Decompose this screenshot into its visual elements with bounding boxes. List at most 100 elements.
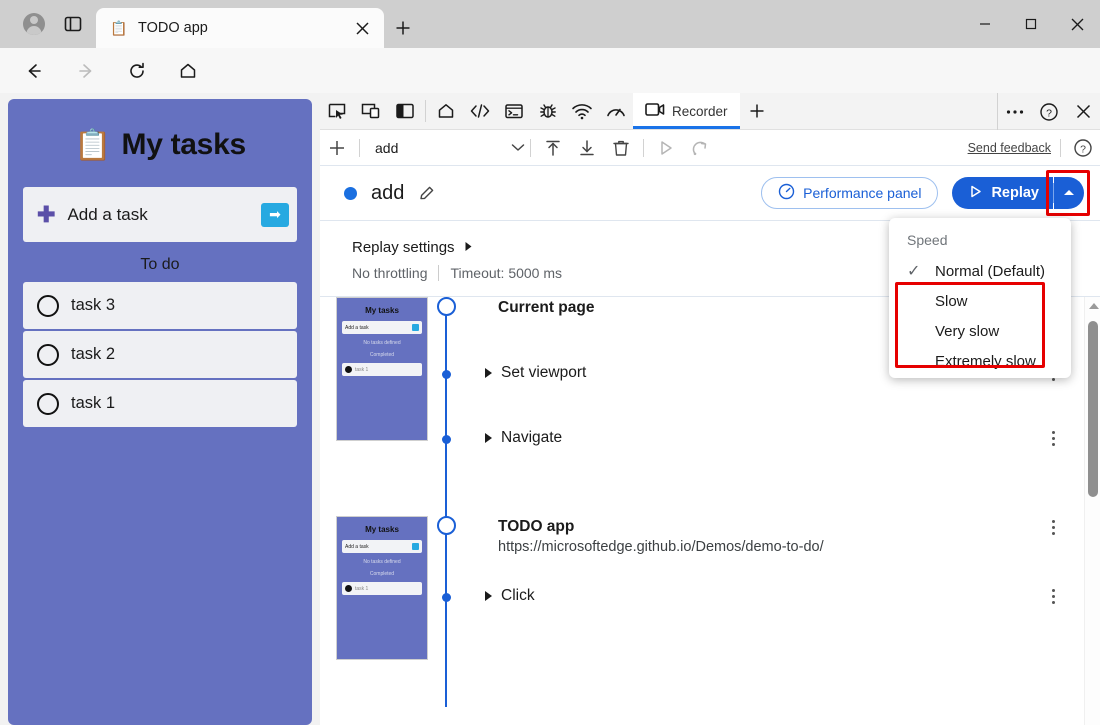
- thumbnail-task-label: task 1: [355, 586, 368, 592]
- step-menu-button[interactable]: [1044, 431, 1062, 446]
- speed-option-slow[interactable]: Slow: [889, 286, 1071, 316]
- replay-button[interactable]: Replay: [952, 177, 1053, 209]
- step-node-dot: [442, 435, 451, 444]
- browser-titlebar: 📋 TODO app: [0, 0, 1100, 48]
- pencil-icon: [418, 184, 436, 202]
- reload-button[interactable]: [121, 55, 153, 87]
- devtools-debugger-tab[interactable]: [531, 93, 565, 129]
- steps-scrollbar[interactable]: [1084, 297, 1100, 725]
- toolbar-divider: [359, 139, 360, 157]
- task-checkbox-icon[interactable]: [37, 344, 59, 366]
- task-list-item[interactable]: task 3: [23, 282, 297, 329]
- account-avatar-icon: [23, 13, 45, 35]
- scroll-up-icon[interactable]: [1089, 303, 1099, 309]
- devtools-elements-tab[interactable]: [463, 93, 497, 129]
- tab-search-button[interactable]: [56, 11, 90, 37]
- device-emulation-button[interactable]: [354, 93, 388, 129]
- delete-recording-button[interactable]: [604, 133, 638, 163]
- thumbnail-completed-task: task 1: [342, 582, 422, 595]
- forward-button[interactable]: [70, 55, 102, 87]
- speed-option-normal[interactable]: ✓ Normal (Default): [889, 256, 1071, 286]
- debugger-bug-icon: [538, 101, 558, 121]
- devtools-network-tab[interactable]: [565, 93, 599, 129]
- close-icon: [1071, 18, 1084, 31]
- devtools-add-tab-button[interactable]: [740, 93, 774, 129]
- home-button[interactable]: [172, 55, 204, 87]
- scrollbar-thumb[interactable]: [1088, 321, 1098, 497]
- dock-side-button[interactable]: [388, 93, 422, 129]
- todo-app: 📋 My tasks ✚ Add a task ➡ To do task 3 t…: [8, 99, 312, 725]
- dock-side-icon: [395, 101, 415, 121]
- replay-recording-button[interactable]: [683, 133, 717, 163]
- step-menu-button[interactable]: [1044, 520, 1062, 535]
- thumbnail-submit-icon: [412, 543, 419, 550]
- speed-option-extremely-slow[interactable]: Extremely slow: [889, 346, 1071, 376]
- edit-recording-name-button[interactable]: [416, 182, 438, 204]
- thumbnail-completed-label: Completed: [342, 571, 422, 577]
- throttling-value: No throttling: [352, 265, 427, 281]
- step-row-click[interactable]: Click: [485, 587, 535, 605]
- replay-button-group: Replay: [952, 177, 1084, 209]
- thumbnail-empty-text: No tasks defined: [342, 559, 422, 565]
- triangle-right-icon: [464, 239, 473, 256]
- window-maximize-button[interactable]: [1008, 8, 1054, 40]
- tab-close-icon[interactable]: [350, 16, 374, 40]
- devtools-help-button[interactable]: ?: [1032, 102, 1066, 122]
- task-checkbox-icon[interactable]: [37, 393, 59, 415]
- import-recording-button[interactable]: [570, 133, 604, 163]
- window-minimize-button[interactable]: [962, 8, 1008, 40]
- step-row-set-viewport[interactable]: Set viewport: [485, 364, 586, 382]
- play-icon: [968, 184, 983, 203]
- devtools-more-tools-button[interactable]: [998, 109, 1032, 115]
- devtools-recorder-tab[interactable]: Recorder: [633, 93, 740, 129]
- devtools-close-button[interactable]: [1066, 104, 1100, 119]
- timeout-value: Timeout: 5000 ms: [450, 265, 562, 281]
- inspect-element-button[interactable]: [320, 93, 354, 129]
- plus-icon: [395, 20, 411, 36]
- profile-button[interactable]: [12, 10, 56, 38]
- back-button[interactable]: [18, 55, 50, 87]
- devtools-home-tab[interactable]: [429, 93, 463, 129]
- replay-button-label: Replay: [991, 185, 1039, 201]
- play-recording-button[interactable]: [649, 133, 683, 163]
- thumbnail-task-label: task 1: [355, 367, 368, 373]
- task-list-item[interactable]: task 1: [23, 380, 297, 427]
- inspect-element-icon: [327, 101, 347, 121]
- add-task-input[interactable]: ✚ Add a task ➡: [23, 187, 297, 242]
- step-row-navigate[interactable]: Navigate: [485, 429, 562, 447]
- clipboard-icon: 📋: [74, 128, 111, 163]
- task-checkbox-icon[interactable]: [37, 295, 59, 317]
- new-tab-button[interactable]: [388, 14, 418, 42]
- recording-selector[interactable]: add: [365, 134, 525, 162]
- add-recording-button[interactable]: [320, 133, 354, 163]
- chevron-up-icon: [1062, 184, 1076, 202]
- browser-tab-todo-app[interactable]: 📋 TODO app: [96, 8, 384, 48]
- reload-icon: [127, 61, 147, 81]
- recorder-camera-icon: [645, 102, 665, 120]
- thumbnail-completed-task: task 1: [342, 363, 422, 376]
- recorder-help-button[interactable]: ?: [1066, 133, 1100, 163]
- window-close-button[interactable]: [1054, 8, 1100, 40]
- triangle-right-icon: [485, 433, 492, 443]
- add-task-submit-button[interactable]: ➡: [261, 203, 289, 227]
- task-list-item[interactable]: task 2: [23, 331, 297, 378]
- performance-panel-button[interactable]: Performance panel: [761, 177, 938, 209]
- check-icon: ✓: [907, 261, 920, 281]
- devtools-console-tab[interactable]: [497, 93, 531, 129]
- devtools-panel: Recorder ?: [320, 93, 1100, 725]
- step-menu-button[interactable]: [1044, 589, 1062, 604]
- export-recording-button[interactable]: [536, 133, 570, 163]
- step-url: https://microsoftedge.github.io/Demos/de…: [498, 539, 824, 555]
- todo-header: 📋 My tasks: [23, 113, 297, 177]
- replay-speed-dropdown-button[interactable]: [1054, 177, 1084, 209]
- step-label: Navigate: [501, 429, 562, 447]
- window-controls: [962, 0, 1100, 48]
- replay-speed-menu[interactable]: Speed ✓ Normal (Default) Slow Very slow …: [889, 218, 1071, 378]
- thumbnail-title: My tasks: [342, 306, 422, 315]
- tab-title: TODO app: [138, 20, 350, 36]
- step-heading: TODO app: [498, 518, 574, 536]
- devtools-performance-tab[interactable]: [599, 93, 633, 129]
- send-feedback-link[interactable]: Send feedback: [968, 141, 1055, 155]
- speed-option-very-slow[interactable]: Very slow: [889, 316, 1071, 346]
- todo-section-label: To do: [23, 242, 297, 282]
